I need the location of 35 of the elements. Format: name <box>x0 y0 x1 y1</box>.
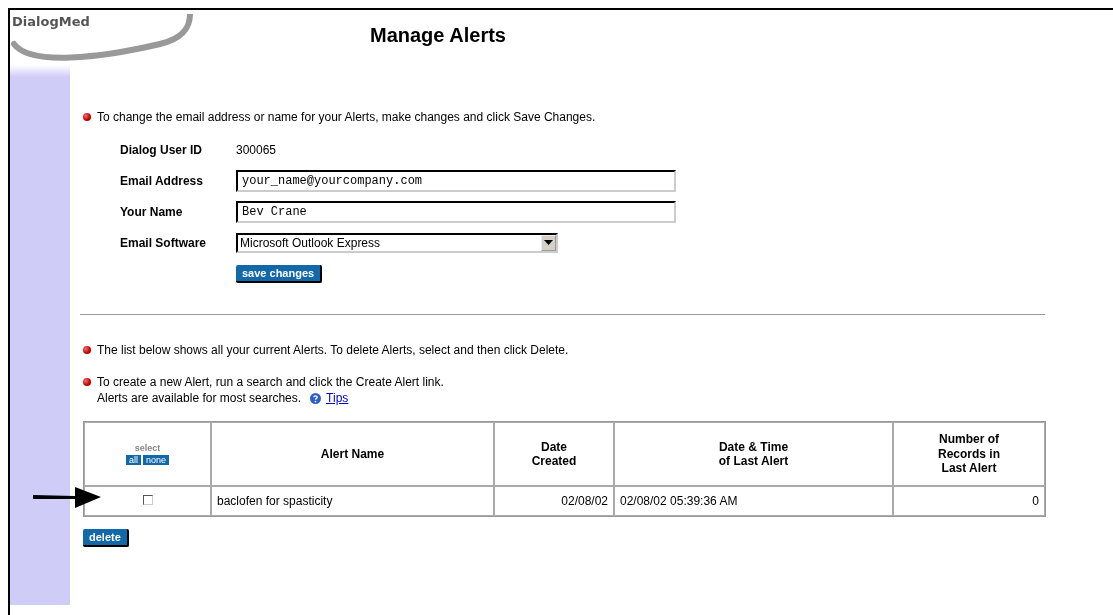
instruction-text: To change the email address or name for your Alerts, make changes and click Save Changes. <box>97 110 596 124</box>
instruction-text: To create a new Alert, run a search and click the Create Alert link. <box>97 375 444 389</box>
column-header: Date Created <box>494 422 614 486</box>
arrow-icon <box>33 484 101 510</box>
table-cell: 02/08/02 05:39:36 AM <box>614 486 893 516</box>
table-cell: 02/08/02 <box>494 486 614 516</box>
save-changes-button[interactable]: save changes <box>236 265 323 283</box>
input-field[interactable]: your_name@yourcompany.com <box>236 170 676 192</box>
column-header: Number of Records in Last Alert <box>893 422 1045 486</box>
instruction-text: Alerts are available for most searches. <box>97 391 302 405</box>
checkbox[interactable] <box>142 495 153 505</box>
tips-link[interactable]: Tips <box>326 391 349 405</box>
page-title: Manage Alerts <box>370 24 506 48</box>
column-header: Alert Name <box>211 422 494 486</box>
dropdown-field[interactable]: Microsoft Outlook Express <box>236 233 558 253</box>
instruction-text: The list below shows all your current Alerts. To delete Alerts, select and then click Delete. <box>97 343 569 357</box>
field-label: Email Software <box>120 236 208 250</box>
table-cell: baclofen for spasticity <box>211 486 494 516</box>
select-all-button[interactable]: all <box>125 454 141 465</box>
field-label: Your Name <box>120 205 184 219</box>
field-label: Dialog User ID <box>120 143 204 157</box>
logo-text: DialogMed <box>12 14 90 29</box>
user-id-value: 300065 <box>236 143 277 157</box>
caret-icon <box>544 240 553 246</box>
column-header: Date & Time of Last Alert <box>614 422 893 486</box>
delete-button[interactable]: delete <box>83 529 129 547</box>
select-label: select <box>134 443 161 454</box>
bullet-icon <box>83 346 91 354</box>
bullet-icon <box>83 113 91 121</box>
field-label: Email Address <box>120 174 204 188</box>
bullet-icon <box>83 378 91 386</box>
select-none-button[interactable]: none <box>143 454 169 465</box>
table-cell: 0 <box>893 486 1045 516</box>
help-icon <box>310 392 322 404</box>
input-field[interactable]: Bev Crane <box>236 201 676 223</box>
